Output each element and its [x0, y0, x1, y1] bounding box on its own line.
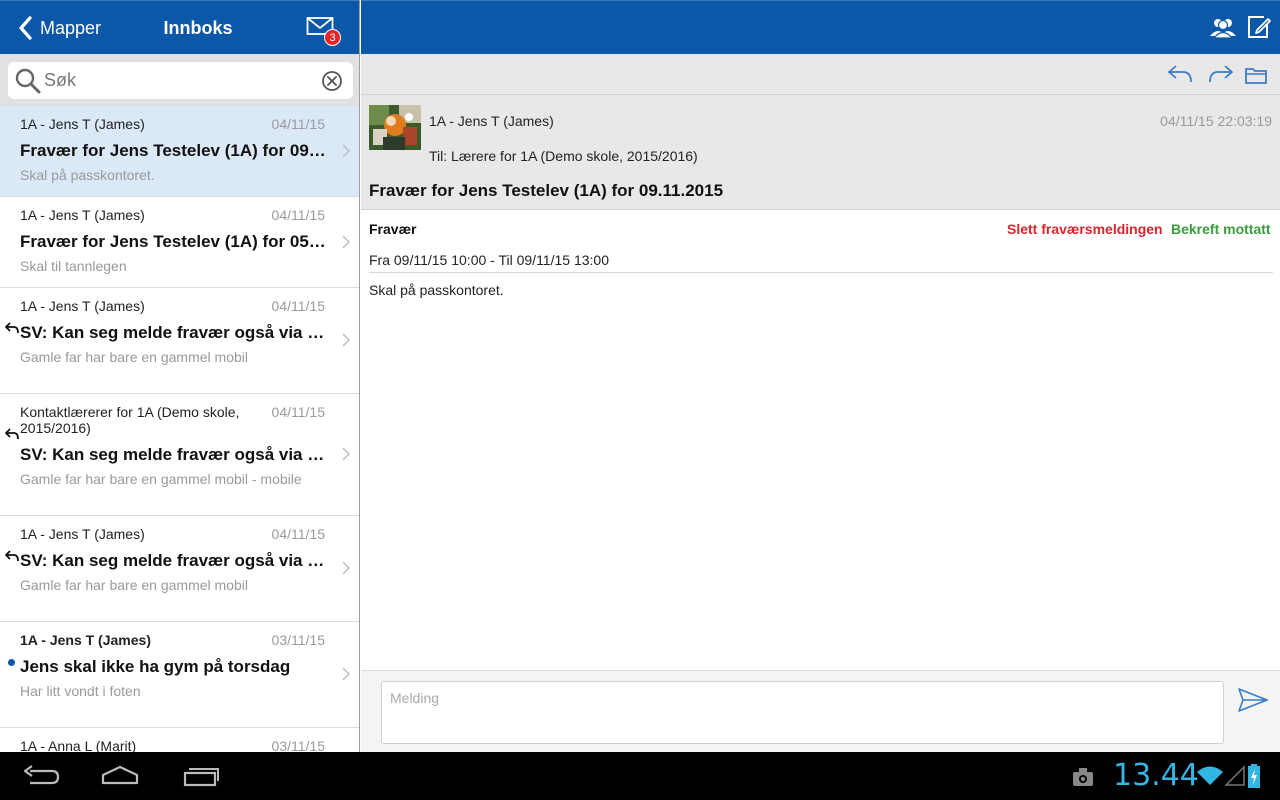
battery-icon: [1248, 764, 1260, 788]
message-subject: Fravær for Jens Testelev (1A) for 05.11.…: [20, 232, 330, 251]
message-body: Skal på passkontoret.: [369, 282, 504, 298]
unread-count-badge: 3: [324, 29, 341, 46]
inbox-header-bar: Mapper Innboks 3: [0, 0, 359, 54]
message-list: 1A - Jens T (James) 04/11/15 Fravær for …: [0, 106, 359, 752]
system-navigation-bar: 13.44: [0, 752, 1280, 800]
home-nav-icon[interactable]: [100, 763, 140, 789]
message-sender: 1A - Jens T (James): [20, 632, 151, 648]
message-row[interactable]: Kontaktlærerer for 1A (Demo skole, 2015/…: [0, 394, 359, 516]
detail-datetime: 04/11/15 22:03:19: [1160, 113, 1272, 129]
chevron-right-icon: [342, 447, 350, 461]
search-icon: [15, 68, 41, 94]
chevron-right-icon: [342, 561, 350, 575]
message-row[interactable]: 1A - Jens T (James) 04/11/15 Fravær for …: [0, 197, 359, 288]
message-date: 04/11/15: [271, 298, 325, 314]
replied-icon: [5, 550, 19, 562]
replied-icon: [5, 322, 19, 334]
divider: [369, 272, 1273, 273]
message-date: 03/11/15: [271, 738, 325, 752]
message-subject: Jens skal ikke ha gym på torsdag: [20, 657, 291, 676]
forward-icon[interactable]: [1208, 64, 1234, 84]
message-header: 1A - Jens T (James) 04/11/15 22:03:19 Ti…: [361, 95, 1280, 210]
message-preview: Gamle far har bare en gammel mobil: [20, 349, 248, 365]
absence-title: Fravær: [369, 221, 417, 237]
contacts-icon[interactable]: [1209, 16, 1237, 40]
detail-sender: 1A - Jens T (James): [429, 113, 554, 129]
chevron-right-icon: [342, 235, 350, 249]
wifi-icon: [1197, 766, 1223, 785]
message-preview: Gamle far har bare en gammel mobil: [20, 577, 248, 593]
camera-notification-icon: [1073, 768, 1093, 786]
unread-dot: [8, 659, 15, 666]
message-sender: 1A - Jens T (James): [20, 116, 145, 132]
message-row[interactable]: 1A - Jens T (James) 04/11/15 Fravær for …: [0, 106, 359, 197]
message-row[interactable]: 1A - Jens T (James) 04/11/15 SV: Kan seg…: [0, 516, 359, 622]
reply-input[interactable]: [381, 681, 1224, 744]
system-clock: 13.44: [1113, 758, 1199, 793]
message-sender: 1A - Jens T (James): [20, 207, 145, 223]
message-detail-pane: 1A - Jens T (James) 04/11/15 22:03:19 Ti…: [361, 0, 1280, 752]
replied-icon: [5, 428, 19, 440]
message-row[interactable]: 1A - Anna L (Marit) 03/11/15: [0, 728, 359, 752]
message-subject: SV: Kan seg melde fravær også via SMS: [20, 323, 330, 342]
search-bar: [0, 54, 359, 106]
signal-icon: [1224, 765, 1245, 786]
message-date: 03/11/15: [271, 632, 325, 648]
new-mail-button[interactable]: 3: [306, 15, 341, 46]
compose-icon[interactable]: [1246, 14, 1272, 40]
delete-absence-button[interactable]: Slett fraværsmeldingen: [1007, 221, 1163, 237]
detail-header-bar: [361, 0, 1280, 54]
message-preview: Gamle far har bare en gammel mobil - mob…: [20, 471, 302, 487]
back-nav-icon[interactable]: [22, 763, 60, 789]
clear-search-icon[interactable]: [321, 70, 343, 92]
detail-recipients: Til: Lærere for 1A (Demo skole, 2015/201…: [429, 148, 698, 164]
reply-area: [361, 670, 1280, 752]
absence-period: Fra 09/11/15 10:00 - Til 09/11/15 13:00: [369, 252, 609, 268]
message-row[interactable]: 1A - Jens T (James) 04/11/15 SV: Kan seg…: [0, 288, 359, 394]
message-toolbar: [361, 54, 1280, 95]
search-input[interactable]: [44, 66, 314, 95]
recent-apps-nav-icon[interactable]: [182, 763, 220, 789]
detail-subject: Fravær for Jens Testelev (1A) for 09.11.…: [369, 181, 724, 200]
message-date: 04/11/15: [271, 526, 325, 542]
message-preview: Har litt vondt i foten: [20, 683, 141, 699]
message-row[interactable]: 1A - Jens T (James) 03/11/15 Jens skal i…: [0, 622, 359, 728]
search-box: [8, 62, 353, 99]
send-icon[interactable]: [1237, 687, 1269, 713]
message-sender: 1A - Jens T (James): [20, 298, 145, 314]
inbox-pane: Mapper Innboks 3 1A - Jens T (Ja: [0, 0, 360, 752]
avatar: [369, 105, 421, 150]
message-preview: Skal til tannlegen: [20, 258, 127, 274]
folder-icon[interactable]: [1244, 65, 1268, 85]
confirm-received-button[interactable]: Bekreft mottatt: [1171, 221, 1271, 237]
message-date: 04/11/15: [271, 207, 325, 223]
message-date: 04/11/15: [271, 116, 325, 132]
message-sender: 1A - Anna L (Marit): [20, 738, 137, 752]
message-sender: 1A - Jens T (James): [20, 526, 145, 542]
reply-icon[interactable]: [1167, 64, 1193, 84]
message-sender: Kontaktlærerer for 1A (Demo skole, 2015/…: [20, 404, 240, 436]
chevron-right-icon: [342, 144, 350, 158]
message-subject: Fravær for Jens Testelev (1A) for 09.11.…: [20, 141, 330, 160]
message-preview: Skal på passkontoret.: [20, 167, 155, 183]
message-subject: SV: Kan seg melde fravær også via SMS: [20, 445, 330, 464]
message-date: 04/11/15: [271, 404, 325, 420]
chevron-right-icon: [342, 333, 350, 347]
message-subject: SV: Kan seg melde fravær også via SMS: [20, 551, 330, 570]
chevron-right-icon: [342, 667, 350, 681]
